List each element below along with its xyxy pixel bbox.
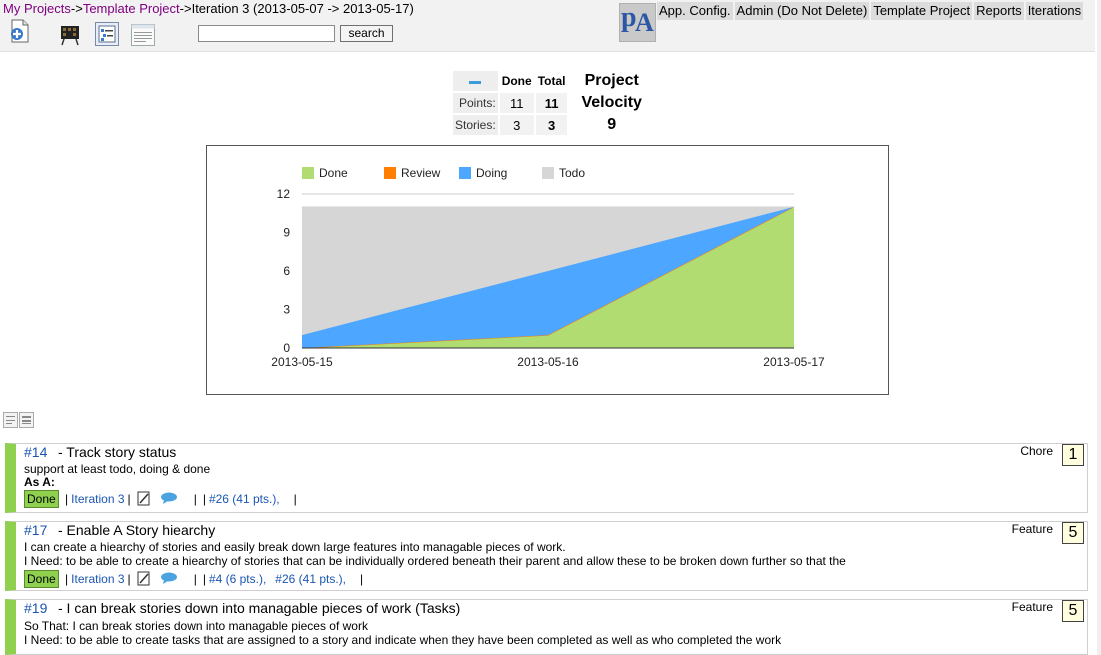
edit-notes-icon[interactable]	[137, 571, 151, 589]
points-done: 11	[499, 93, 534, 113]
legend-swatch-doing	[459, 167, 471, 179]
y-tick-label: 12	[277, 187, 291, 201]
nav-reports[interactable]: Reports	[974, 2, 1024, 20]
top-toolbar: My Projects->Template Project->Iteration…	[0, 0, 1095, 52]
story-title: - Enable A Story hiearchy	[58, 522, 216, 538]
story-actions: Done | Iteration 3 | | | #26 (41 pts.), |	[24, 490, 300, 509]
main-navigation: App. Config. Admin (Do Not Delete) Templat…	[657, 2, 1085, 20]
search-button[interactable]: search	[340, 25, 393, 42]
nav-template-project[interactable]: Template Project	[871, 2, 973, 20]
project-velocity-label: Project	[584, 72, 639, 89]
related-story-link[interactable]: #26 (41 pts.),	[275, 572, 346, 586]
collapse-all-icon[interactable]	[3, 412, 18, 428]
legend-swatch-done	[302, 167, 314, 179]
project-velocity-label-2: Velocity	[581, 94, 642, 111]
story-so-that: So That: I can break stories down into m…	[24, 619, 368, 633]
breadcrumb-separator: ->	[179, 1, 192, 16]
y-tick-label: 9	[283, 226, 290, 240]
story-need: I Need: to be able to create tasks that …	[24, 633, 782, 647]
breadcrumb: My Projects->Template Project->Iteration…	[3, 1, 414, 16]
legend-swatch-review	[384, 167, 396, 179]
stories-total: 3	[535, 115, 568, 135]
points-total: 11	[535, 93, 568, 113]
story-card[interactable]: #14 - Track story status Chore 1 support…	[5, 443, 1088, 513]
status-badge[interactable]: Done	[24, 490, 59, 508]
iteration-burnup-chart: 0 3 6 9 12 2013-05-15 2013-05-16 2013-05-17 Done…	[206, 145, 889, 395]
row-label-points: Points:	[453, 93, 498, 113]
related-story-link[interactable]: #26 (41 pts.),	[209, 492, 280, 506]
iteration-link[interactable]: Iteration 3	[71, 572, 124, 586]
story-actions: Done | Iteration 3 | | | #4 (6 pts.), #26 (41…	[24, 570, 366, 589]
related-story-link[interactable]: #4 (6 pts.),	[209, 572, 266, 586]
stories-done: 3	[499, 115, 534, 135]
y-tick-label: 0	[283, 341, 290, 355]
board-icon[interactable]	[59, 24, 81, 51]
x-tick-label: 2013-05-16	[517, 355, 579, 369]
nav-admin[interactable]: Admin (Do Not Delete)	[734, 2, 870, 20]
nav-app-config[interactable]: App. Config.	[657, 2, 733, 20]
nav-iterations[interactable]: Iterations	[1025, 2, 1084, 20]
story-type: Chore	[1020, 444, 1053, 458]
y-tick-label: 3	[283, 303, 290, 317]
story-type: Feature	[1011, 600, 1053, 614]
story-description: I can create a hiearchy of stories and e…	[24, 540, 566, 554]
col-header-total: Total	[535, 71, 568, 91]
legend-swatch-todo	[542, 167, 554, 179]
story-title: - Track story status	[58, 444, 177, 460]
story-type: Feature	[1011, 522, 1053, 536]
breadcrumb-my-projects[interactable]: My Projects	[3, 1, 71, 16]
collapse-summary-icon[interactable]	[453, 71, 498, 91]
y-tick-label: 6	[283, 264, 290, 278]
story-description: support at least todo, doing & done	[24, 462, 211, 476]
logo-letter-a: A	[635, 8, 654, 37]
story-id-link[interactable]: #19	[24, 600, 47, 616]
add-story-icon[interactable]	[9, 19, 31, 48]
page-scrollbar[interactable]	[1097, 0, 1101, 655]
story-title: - I can break stories down into managabl…	[58, 600, 461, 616]
breadcrumb-current-iteration: Iteration 3 (2013-05-07 -> 2013-05-17)	[191, 1, 414, 16]
velocity-summary-table: Done Total Project Points: 11 11 Velocit…	[451, 69, 646, 137]
legend-label-review: Review	[401, 166, 441, 180]
comments-icon[interactable]	[160, 492, 178, 507]
search-input[interactable]	[198, 25, 335, 42]
story-id-link[interactable]: #14	[24, 444, 47, 460]
row-label-stories: Stories:	[453, 115, 498, 135]
legend-label-todo: Todo	[559, 166, 585, 180]
legend-label-done: Done	[319, 166, 348, 180]
story-points[interactable]: 5	[1062, 522, 1084, 544]
expand-all-icon[interactable]	[19, 412, 34, 428]
legend-label-doing: Doing	[476, 166, 507, 180]
breadcrumb-separator: ->	[70, 1, 83, 16]
project-velocity-value: 9	[607, 116, 617, 133]
story-points[interactable]: 1	[1062, 444, 1084, 466]
details-view-icon[interactable]	[131, 24, 155, 51]
story-points[interactable]: 5	[1062, 600, 1084, 622]
story-as-a: As A:	[24, 475, 55, 489]
story-need: I Need: to be able to create a hiearchy …	[24, 554, 846, 568]
story-id-link[interactable]: #17	[24, 522, 47, 538]
story-card[interactable]: #19 - I can break stories down into mana…	[5, 599, 1088, 655]
edit-notes-icon[interactable]	[137, 491, 151, 509]
x-tick-label: 2013-05-17	[763, 355, 825, 369]
story-card[interactable]: #17 - Enable A Story hiearchy Feature 5 …	[5, 521, 1088, 591]
iteration-link[interactable]: Iteration 3	[71, 492, 124, 506]
projectagile-logo: p A	[619, 2, 656, 42]
x-tick-label: 2013-05-15	[271, 355, 333, 369]
col-header-done: Done	[499, 71, 534, 91]
chart-svg: 0 3 6 9 12 2013-05-15 2013-05-16 2013-05-17 Done…	[271, 166, 825, 369]
breadcrumb-project[interactable]: Template Project	[83, 1, 180, 16]
list-view-icon[interactable]	[95, 22, 119, 51]
comments-icon[interactable]	[160, 572, 178, 587]
status-badge[interactable]: Done	[24, 570, 59, 588]
